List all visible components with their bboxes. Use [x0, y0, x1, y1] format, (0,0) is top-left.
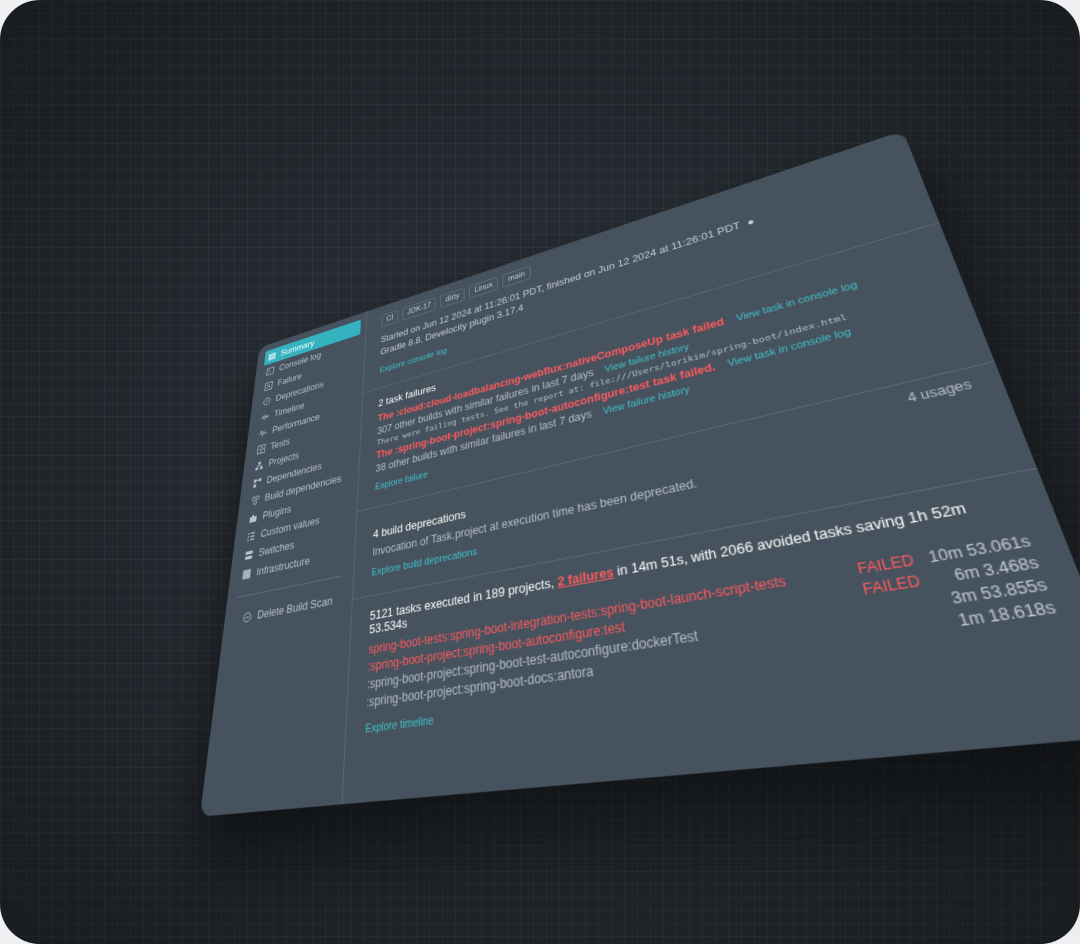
tag-jdk[interactable]: JDK-17 — [402, 297, 436, 321]
delete-build-scan-button[interactable]: Delete Build Scan — [242, 591, 352, 625]
summary-icon — [268, 351, 276, 361]
explore-timeline-link[interactable]: Explore timeline — [365, 714, 434, 736]
sidebar: Summary Console log Failure Deprecations… — [200, 311, 368, 816]
explore-failure-link[interactable]: Explore failure — [375, 469, 428, 492]
performance-icon — [259, 427, 268, 438]
build-dependencies-icon — [251, 494, 260, 505]
sidebar-nav: Summary Console log Failure Deprecations… — [229, 311, 367, 587]
minus-circle-icon — [242, 611, 252, 623]
build-scan-window: Summary Console log Failure Deprecations… — [200, 131, 1080, 817]
console-icon — [266, 366, 274, 376]
delete-label: Delete Build Scan — [257, 594, 333, 621]
custom-values-icon — [246, 530, 255, 542]
switches-icon — [244, 549, 253, 561]
task-status — [876, 628, 947, 638]
dependencies-icon — [253, 477, 262, 488]
tests-icon — [257, 444, 266, 455]
globe-icon: ● — [746, 216, 756, 228]
projects-icon — [255, 460, 264, 471]
deprecations-icon — [263, 396, 271, 406]
stage: Summary Console log Failure Deprecations… — [0, 0, 1080, 944]
failures-count-link[interactable]: 2 failures — [557, 565, 614, 590]
infrastructure-icon — [242, 568, 252, 580]
tag-main[interactable]: main — [502, 266, 531, 288]
plugins-icon — [249, 512, 258, 523]
tag-linux[interactable]: Linux — [469, 277, 498, 299]
tag-dirty[interactable]: dirty — [440, 288, 464, 309]
main-content: CI JDK-17 dirty Linux main Started on Ju… — [342, 131, 1080, 805]
failure-icon — [264, 381, 272, 391]
tag-ci[interactable]: CI — [381, 310, 398, 328]
timeline-icon — [261, 411, 270, 422]
